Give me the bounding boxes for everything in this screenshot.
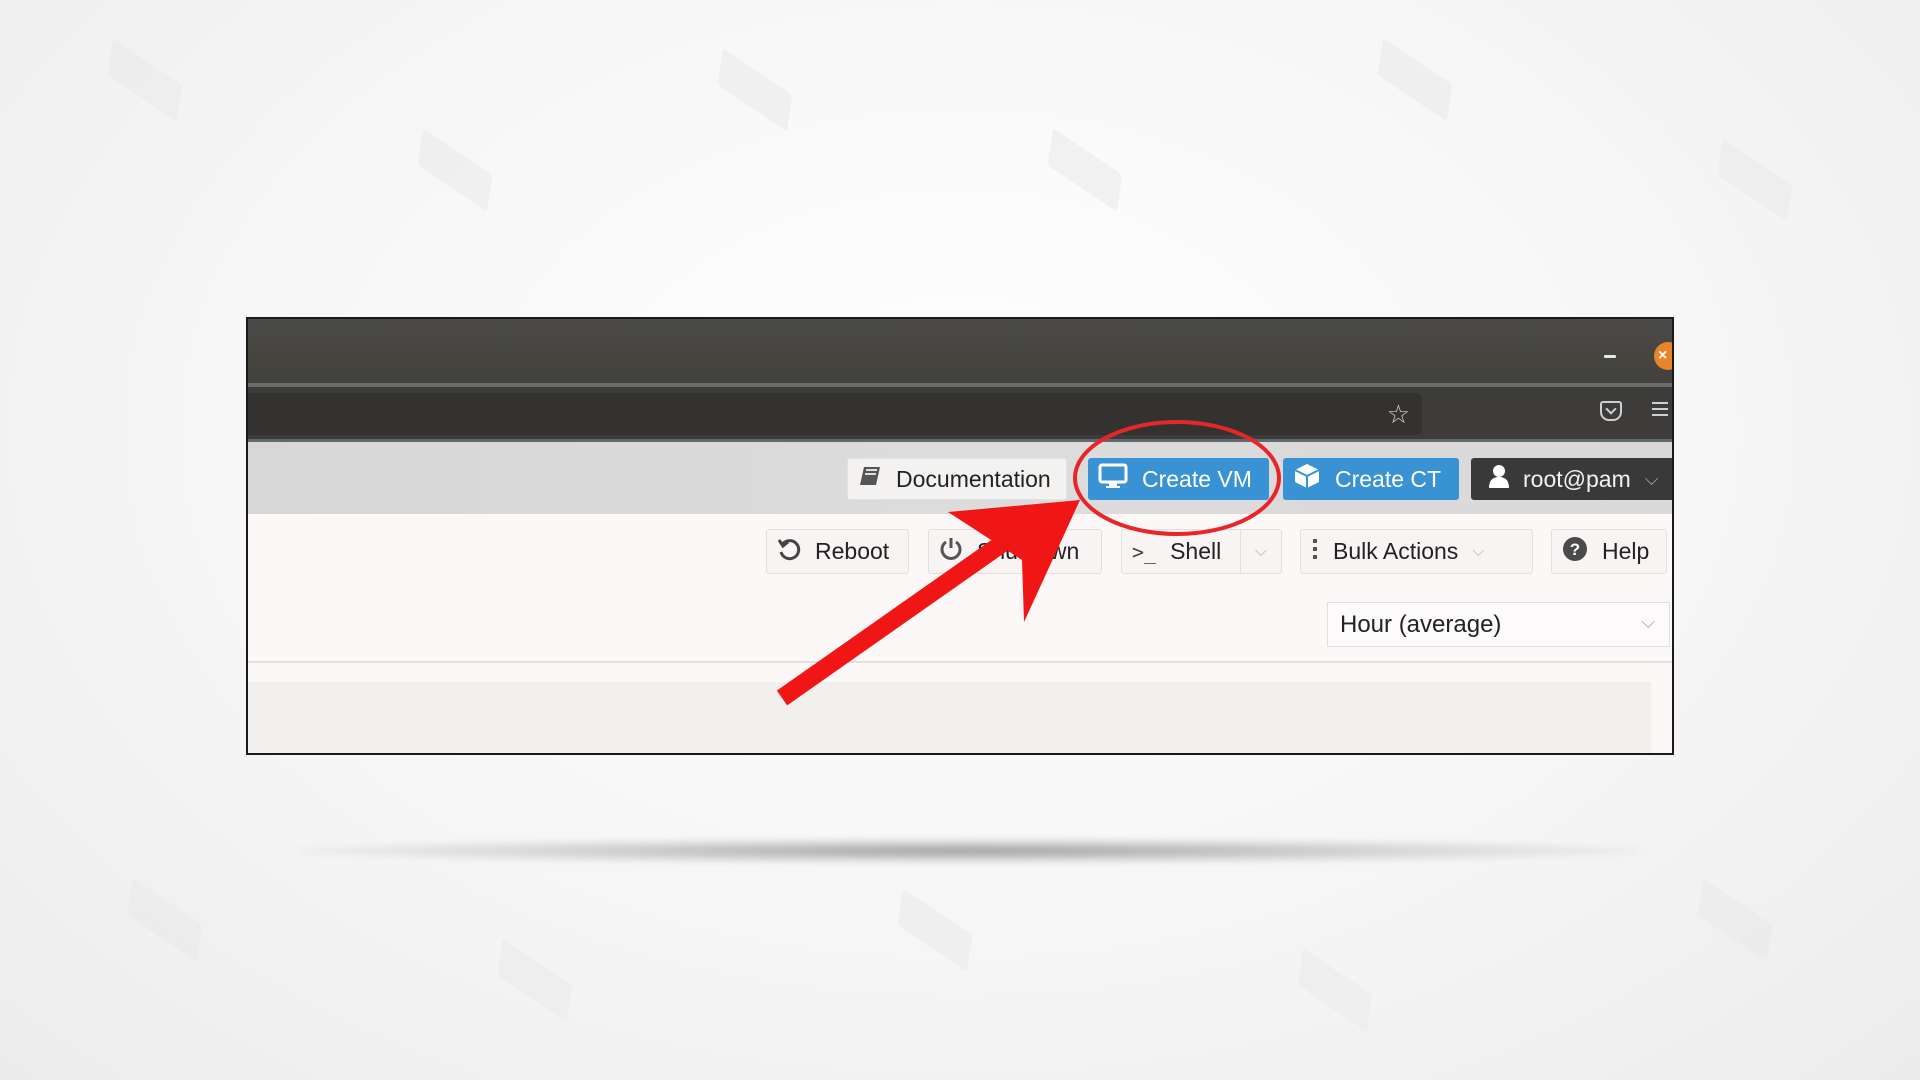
shell-label: Shell (1170, 538, 1222, 564)
url-bar[interactable]: ☆ (248, 393, 1422, 435)
reboot-icon (777, 537, 801, 567)
create-vm-label: Create VM (1142, 465, 1252, 492)
vertical-ellipsis-icon (1311, 537, 1319, 567)
help-button[interactable]: ? Help (1551, 529, 1667, 574)
reboot-label: Reboot (815, 538, 890, 564)
reboot-button[interactable]: Reboot (766, 529, 909, 574)
chevron-down-icon: ⌵ (1254, 542, 1268, 560)
user-menu-button[interactable]: root@pam ⌵ (1471, 458, 1672, 500)
help-label: Help (1602, 538, 1650, 564)
chevron-down-icon: ⌵ (1644, 468, 1659, 489)
close-button[interactable]: × (1654, 342, 1672, 370)
timeframe-row: Hour (average) ⌵ (248, 590, 1672, 663)
power-icon (939, 536, 963, 568)
terminal-icon: >_ (1132, 539, 1157, 564)
help-icon: ? (1562, 536, 1588, 568)
bulk-actions-label: Bulk Actions (1333, 538, 1459, 564)
shutdown-label: Shutdown (977, 538, 1080, 564)
shell-dropdown-toggle[interactable]: ⌵ (1240, 530, 1281, 573)
create-vm-button[interactable]: Create VM (1088, 458, 1269, 500)
bulk-actions-button[interactable]: Bulk Actions ⌵ (1300, 529, 1533, 574)
timeframe-value: Hour (average) (1340, 610, 1502, 638)
timeframe-select[interactable]: Hour (average) ⌵ (1327, 602, 1670, 647)
monitor-icon (1098, 463, 1128, 495)
browser-window: × ☆ Documentation Create VM Create CT ro… (246, 317, 1674, 755)
documentation-button[interactable]: Documentation (847, 458, 1067, 500)
minimize-button[interactable] (1604, 355, 1616, 358)
hamburger-menu-icon[interactable] (1652, 402, 1668, 416)
user-label: root@pam (1523, 465, 1631, 492)
window-shadow (300, 838, 1640, 864)
vm-toolbar: Reboot Shutdown >_ Shell ⌵ Bulk Actions … (248, 514, 1672, 592)
create-ct-button[interactable]: Create CT (1283, 458, 1459, 500)
documentation-label: Documentation (896, 465, 1051, 492)
chevron-down-icon: ⌵ (1472, 542, 1485, 560)
content-panel (248, 682, 1651, 753)
pocket-icon[interactable] (1600, 401, 1622, 421)
navigation-bar: ☆ (248, 387, 1672, 442)
chevron-down-icon: ⌵ (1641, 612, 1655, 632)
user-icon (1489, 464, 1509, 494)
book-icon (858, 465, 882, 493)
shutdown-button[interactable]: Shutdown (928, 529, 1102, 574)
create-ct-label: Create CT (1335, 465, 1442, 492)
shell-button[interactable]: >_ Shell ⌵ (1121, 529, 1282, 574)
cube-icon (1293, 462, 1321, 496)
svg-text:?: ? (1570, 540, 1580, 559)
app-header: Documentation Create VM Create CT root@p… (248, 442, 1672, 514)
title-bar: × (248, 319, 1672, 387)
close-icon: × (1658, 347, 1668, 364)
bookmark-star-icon[interactable]: ☆ (1387, 399, 1410, 429)
